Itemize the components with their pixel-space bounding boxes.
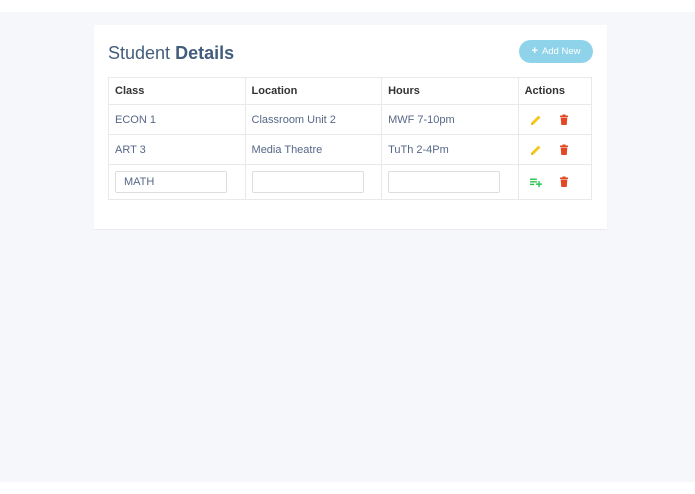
pencil-icon[interactable]	[530, 114, 542, 126]
column-header-hours: Hours	[381, 77, 519, 105]
cell-actions	[517, 134, 593, 165]
location-input[interactable]	[251, 171, 364, 193]
column-header-class: Class	[108, 77, 246, 105]
cell-hours: MWF 7-10pm	[381, 104, 519, 135]
cell-hours-edit	[381, 164, 519, 200]
class-input[interactable]	[115, 171, 227, 193]
table-header-row: Class Location Hours Actions	[108, 77, 593, 105]
page-title: Student Details	[108, 43, 234, 64]
title-light: Student	[108, 43, 171, 63]
plus-icon: +	[531, 45, 538, 57]
pencil-icon[interactable]	[530, 144, 542, 156]
student-table: Class Location Hours Actions ECON 1 Clas…	[108, 77, 593, 200]
column-header-actions: Actions	[517, 77, 593, 105]
add-new-label: Add New	[541, 46, 581, 57]
cell-hours: TuTh 2-4Pm	[381, 134, 519, 165]
cell-actions	[517, 104, 593, 135]
cell-class: ECON 1	[108, 104, 246, 135]
playlist-add-icon[interactable]	[529, 176, 542, 188]
cell-location: Classroom Unit 2	[244, 104, 383, 135]
column-header-location: Location	[244, 77, 383, 105]
cell-actions	[517, 164, 593, 200]
edit-row	[108, 164, 593, 200]
student-details-card: Student Details + Add New Class Location…	[94, 25, 607, 229]
trash-icon[interactable]	[558, 176, 570, 188]
trash-icon[interactable]	[558, 114, 570, 126]
cell-class: ART 3	[108, 134, 246, 165]
cell-location: Media Theatre	[244, 134, 383, 165]
hours-input[interactable]	[388, 171, 501, 193]
title-bold: Details	[175, 43, 235, 63]
table-row: ECON 1 Classroom Unit 2 MWF 7-10pm	[108, 104, 593, 135]
trash-icon[interactable]	[558, 144, 570, 156]
cell-class-edit	[108, 164, 246, 200]
table-row: ART 3 Media Theatre TuTh 2-4Pm	[108, 134, 593, 165]
add-new-button[interactable]: + Add New	[519, 40, 593, 63]
cell-location-edit	[244, 164, 383, 200]
